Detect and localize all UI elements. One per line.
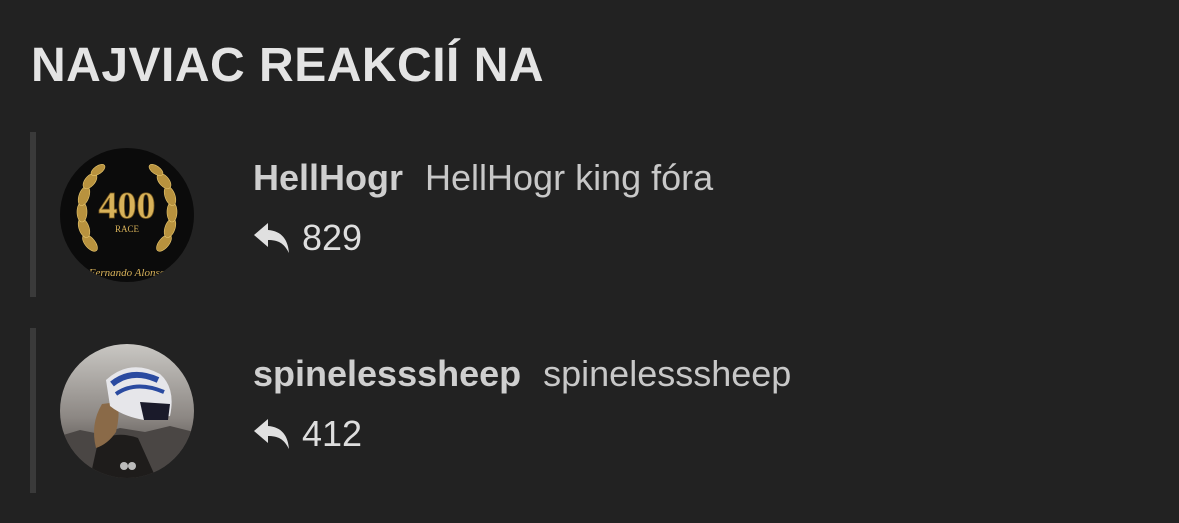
username-link[interactable]: HellHogr	[253, 157, 403, 198]
list-item: spinelesssheep spinelesssheep 412	[30, 328, 1130, 493]
list-item: 400 RACE Fernando Alonso HellHogr HellHog…	[30, 132, 1130, 297]
reply-icon	[254, 223, 289, 253]
name-line: spinelesssheep spinelesssheep	[253, 352, 791, 396]
user-title: spinelesssheep	[543, 353, 792, 394]
accent-bar	[30, 132, 36, 297]
avatar-caption: Fernando Alonso	[88, 267, 166, 279]
avatar[interactable]: 400 RACE Fernando Alonso	[60, 148, 194, 282]
username-link[interactable]: spinelesssheep	[253, 353, 521, 394]
reply-count-value: 412	[302, 413, 363, 454]
avatar-number: 400	[99, 185, 156, 227]
avatar-label: RACE	[115, 224, 140, 234]
reply-icon	[254, 419, 289, 449]
name-line: HellHogr HellHogr king fóra	[253, 156, 713, 200]
reply-count: 412	[252, 412, 362, 456]
reply-count: 829	[252, 216, 362, 260]
user-title: HellHogr king fóra	[425, 157, 714, 198]
reply-count-value: 829	[302, 217, 363, 258]
accent-bar	[30, 328, 36, 493]
avatar[interactable]	[60, 344, 194, 478]
section-heading: NAJVIAC REAKCIÍ NA	[31, 39, 545, 92]
